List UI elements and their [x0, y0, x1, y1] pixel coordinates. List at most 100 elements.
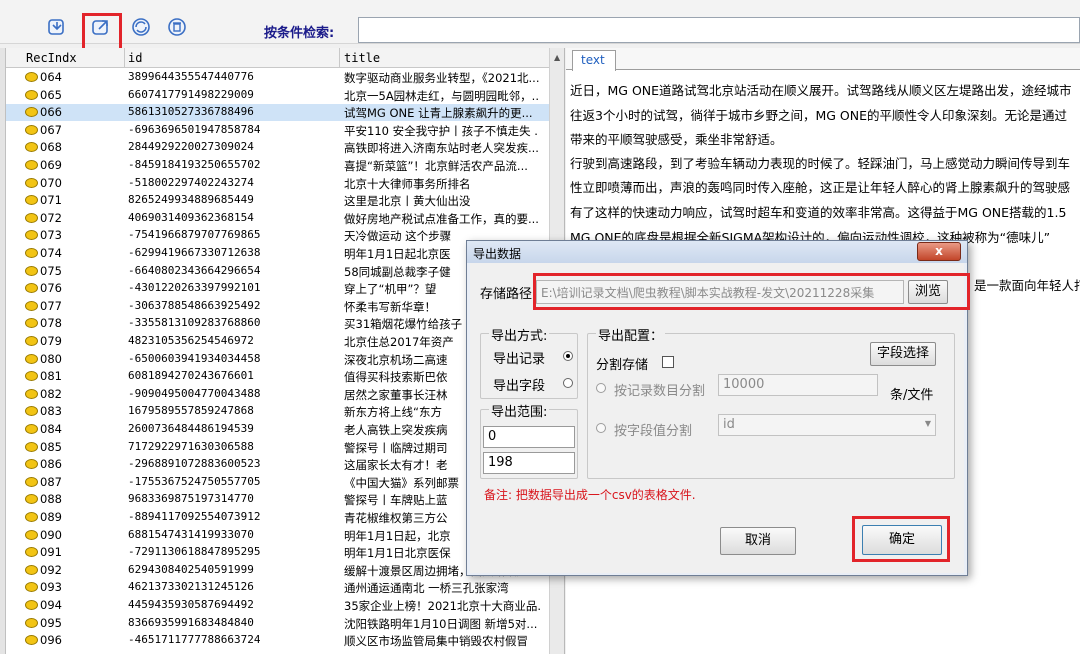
- table-row[interactable]: 066 5861310527336788496 试驾MG ONE 让青上腺素飙升的更…: [0, 104, 564, 122]
- config-group-title: 导出配置：: [596, 325, 666, 344]
- text-line: 性立即喷薄而出，声浪的轰鸣同时传入座舱，这正是让年轻人醉心的肾上腺素飙升的驾驶感: [570, 180, 1071, 195]
- cell-recindx: 072: [40, 210, 62, 225]
- table-row[interactable]: 069 -8459184193250655702 喜提“新菜篮”！北京鲜活农产品流.…: [0, 157, 564, 174]
- split-field-value: id: [723, 417, 735, 432]
- table-row[interactable]: 070 -518002297402243274 北京十大律师事务所排名: [0, 175, 564, 192]
- delete-button[interactable]: [164, 14, 190, 40]
- header-title[interactable]: title: [344, 51, 380, 65]
- cell-recindx: 076: [40, 281, 62, 296]
- record-icon: [25, 160, 38, 170]
- record-icon: [25, 476, 38, 487]
- cell-recindx: 091: [40, 545, 62, 560]
- table-row[interactable]: 064 3899644355547440776 数字驱动商业服务业转型，《2021北…: [0, 69, 564, 86]
- record-icon: [25, 547, 38, 558]
- method-record-label[interactable]: 导出记录: [493, 348, 545, 367]
- split-by-field-label: 按字段值分割: [614, 424, 693, 439]
- cell-title: 高铁即将进入济南东站时老人突发疾...: [344, 141, 539, 156]
- cell-title: 通州通运通南北 一桥三孔张家湾: [344, 581, 509, 596]
- record-icon: [25, 371, 38, 382]
- column-divider[interactable]: [124, 48, 125, 68]
- method-field-radio[interactable]: [563, 378, 573, 388]
- table-row[interactable]: 072 4069031409362368154 做好房地产税试点准备工作，真的要..…: [0, 210, 564, 227]
- delete-icon: [168, 18, 186, 36]
- cell-id: -6299419667330712638: [128, 246, 261, 259]
- table-row[interactable]: 065 6607417791498229009 北京一5A园林走红，与圆明园毗邻，.…: [0, 87, 564, 104]
- cell-recindx: 092: [40, 562, 62, 577]
- text-line: 有了这样的快速动力响应，试驾时超车和变道的效率非常高。这得益于MG ONE搭载的…: [570, 205, 1067, 220]
- dialog-titlebar[interactable]: 导出数据 x: [467, 241, 967, 263]
- column-divider[interactable]: [339, 48, 340, 68]
- split-field-select[interactable]: id ▼: [718, 414, 936, 436]
- cell-recindx: 094: [40, 598, 62, 612]
- record-icon: [25, 195, 38, 206]
- cell-id: 6881547431419933070: [128, 527, 254, 541]
- split-by-count-radio[interactable]: [596, 383, 606, 393]
- method-group: 导出方式: 导出记录 导出字段: [480, 325, 578, 399]
- record-icon: [25, 212, 38, 223]
- field-select-button[interactable]: 字段选择: [870, 342, 936, 366]
- left-splitter[interactable]: [0, 48, 6, 654]
- cell-id: 2600736484486194539: [128, 422, 254, 435]
- cell-recindx: 082: [40, 386, 62, 401]
- cell-id: -7541966879707769865: [128, 228, 261, 242]
- record-icon: [25, 318, 38, 329]
- scroll-up-icon[interactable]: ▲: [554, 53, 560, 62]
- text-line: 近日，MG ONE道路试驾北京站活动在顺义展开。试驾路线从顺义区左堤路出发，途经…: [570, 83, 1072, 98]
- cell-id: 7172922971630306588: [128, 439, 254, 453]
- cell-id: -8894117092554073912: [128, 510, 261, 523]
- cell-recindx: 074: [40, 246, 62, 260]
- cancel-button[interactable]: 取消: [720, 527, 796, 555]
- header-id[interactable]: id: [128, 51, 142, 65]
- cell-recindx: 085: [40, 439, 62, 454]
- cell-id: 6294308402540591999: [128, 562, 254, 576]
- cell-recindx: 078: [40, 316, 62, 331]
- tab-text[interactable]: text: [572, 50, 616, 71]
- search-input[interactable]: [358, 17, 1080, 43]
- record-icon: [25, 494, 38, 505]
- cell-title: 数字驱动商业服务业转型，《2021北...: [344, 71, 540, 85]
- cell-recindx: 086: [40, 457, 62, 472]
- range-start-input[interactable]: 0: [483, 426, 575, 448]
- cell-id: 8265249934889685449: [128, 193, 254, 207]
- close-icon: x: [935, 244, 943, 258]
- cell-recindx: 077: [40, 298, 62, 313]
- table-row[interactable]: 071 8265249934889685449 这里是北京丨黄大仙出没: [0, 192, 564, 209]
- split-by-count-label: 按记录数目分割: [614, 384, 706, 399]
- toolbar: 按条件检索:: [0, 0, 1080, 52]
- cell-id: 4069031409362368154: [128, 210, 254, 224]
- table-row[interactable]: 095 8366935991683484840 沈阳铁路明年1月10日调图 新增5对…: [0, 615, 564, 632]
- split-storage-label[interactable]: 分割存储: [596, 354, 648, 373]
- record-icon: [25, 617, 38, 628]
- table-row[interactable]: 094 4459435930587694492 35家企业上榜！2021北京十大商业…: [0, 597, 564, 614]
- cell-recindx: 087: [40, 474, 62, 489]
- cell-title: 顺义区市场监管局集中销毁农村假冒: [344, 634, 528, 649]
- dialog-close-button[interactable]: x: [917, 242, 961, 261]
- method-record-radio[interactable]: [563, 351, 573, 361]
- record-icon: [25, 512, 38, 522]
- cell-recindx: 080: [40, 351, 62, 366]
- cell-id: 8366935991683484840: [128, 615, 254, 629]
- record-icon: [25, 635, 38, 646]
- method-field-label[interactable]: 导出字段: [493, 375, 545, 394]
- refresh-button[interactable]: [128, 14, 154, 40]
- path-label: 存储路径:: [480, 287, 537, 302]
- table-row[interactable]: 093 4621373302131245126 通州通运通南北 一桥三孔张家湾: [0, 579, 564, 596]
- split-storage-checkbox[interactable]: [662, 356, 674, 368]
- range-end-input[interactable]: 198: [483, 452, 575, 474]
- split-by-field-radio[interactable]: [596, 423, 606, 433]
- cell-title: 北京一5A园林走红，与圆明园毗邻，..: [344, 88, 539, 103]
- cell-id: 2844929220027309024: [128, 140, 254, 154]
- cell-recindx: 095: [40, 615, 62, 630]
- cell-id: -9090495004770043488: [128, 386, 261, 400]
- cell-id: -2968891072883600523: [128, 457, 261, 471]
- search-label: 按条件检索:: [264, 26, 335, 41]
- table-row[interactable]: 096 -4651711777788663724 顺义区市场监管局集中销毁农村假冒: [0, 632, 564, 649]
- import-button[interactable]: [44, 14, 70, 40]
- range-group: 导出范围: 0 198: [480, 401, 578, 479]
- header-recindx[interactable]: RecIndx: [26, 51, 77, 65]
- split-count-input[interactable]: 10000: [718, 374, 878, 396]
- cell-id: -4651711777788663724: [128, 633, 261, 647]
- table-row[interactable]: 068 2844929220027309024 高铁即将进入济南东站时老人突发疾..…: [0, 139, 564, 156]
- cell-recindx: 068: [40, 140, 62, 155]
- table-row[interactable]: 067 -6963696501947858784 平安110 安全我守护丨孩子不慎走…: [0, 122, 564, 139]
